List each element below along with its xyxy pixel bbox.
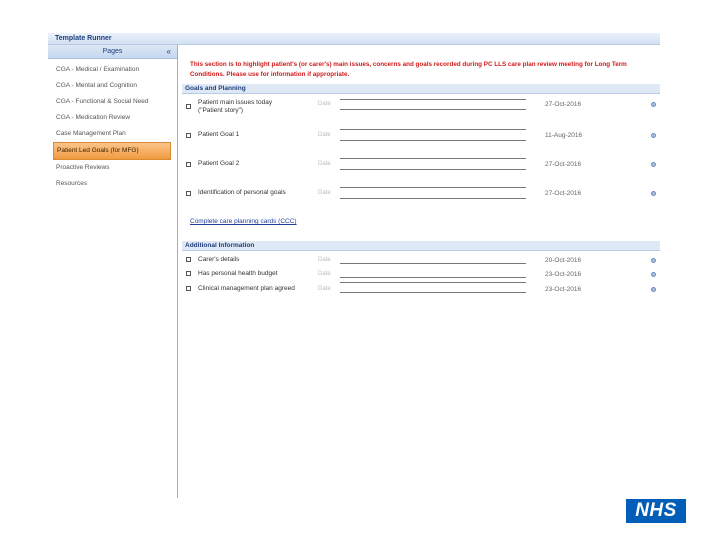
nhs-logo: NHS xyxy=(626,499,686,523)
row-label: Has personal health budget xyxy=(198,270,278,277)
sidebar-item-cga-functional[interactable]: CGA - Functional & Social Need xyxy=(48,94,177,110)
goal-row: Patient main issues today ("Patient stor… xyxy=(178,99,660,119)
date-label: Date xyxy=(318,132,331,138)
text-field[interactable] xyxy=(340,263,526,264)
text-field-line xyxy=(340,140,526,141)
window-title: Template Runner xyxy=(48,33,660,45)
row-label: Patient Goal 1 xyxy=(198,131,240,138)
goal-row: Identification of personal goals Date 27… xyxy=(178,187,660,207)
date-label: Date xyxy=(318,190,331,196)
checkbox[interactable] xyxy=(186,162,191,167)
date-label: Date xyxy=(318,271,331,277)
row-label: Clinical management plan agreed xyxy=(198,285,295,292)
text-field-line xyxy=(340,169,526,170)
checkbox[interactable] xyxy=(186,286,191,291)
text-field-line xyxy=(340,292,526,293)
expand-icon[interactable] xyxy=(651,287,656,292)
date-value: 23-Oct-2016 xyxy=(545,271,582,278)
row-label: Patient main issues today ("Patient stor… xyxy=(198,99,273,114)
sidebar-item-patient-led-goals[interactable]: Patient Led Goals (for MFG) xyxy=(53,142,171,160)
checkbox[interactable] xyxy=(186,133,191,138)
additional-section-header: Additional Information xyxy=(182,241,660,251)
sidebar-item-cga-medication[interactable]: CGA - Medication Review xyxy=(48,110,177,126)
goal-row: Patient Goal 1 Date 11-Aug-2016 xyxy=(178,129,660,149)
date-label: Date xyxy=(318,101,331,107)
sidebar-item-case-management[interactable]: Case Management Plan xyxy=(48,126,177,142)
sidebar-item-proactive-reviews[interactable]: Proactive Reviews xyxy=(48,160,177,176)
sidebar-item-resources[interactable]: Resources xyxy=(48,176,177,192)
row-label: Patient Goal 2 xyxy=(198,160,240,167)
text-field[interactable] xyxy=(340,277,526,278)
text-field[interactable] xyxy=(340,187,526,188)
text-field[interactable] xyxy=(340,99,526,100)
date-value: 27-Oct-2016 xyxy=(545,161,582,168)
date-label: Date xyxy=(318,161,331,167)
date-value: 27-Oct-2016 xyxy=(545,190,582,197)
expand-icon[interactable] xyxy=(651,162,656,167)
expand-icon[interactable] xyxy=(651,272,656,277)
checkbox[interactable] xyxy=(186,104,191,109)
checkbox[interactable] xyxy=(186,271,191,276)
info-row: Clinical management plan agreed Date 23-… xyxy=(178,282,660,302)
notice-text: This section is to highlight patient's (… xyxy=(190,61,627,78)
sidebar-item-cga-mental[interactable]: CGA - Mental and Cognition xyxy=(48,78,177,94)
goals-section-header: Goals and Planning xyxy=(182,84,660,94)
expand-icon[interactable] xyxy=(651,133,656,138)
pages-header-label: Pages xyxy=(102,48,123,55)
text-field[interactable] xyxy=(340,129,526,130)
row-label: Carer's details xyxy=(198,256,240,263)
text-field-line xyxy=(340,109,526,110)
goal-row: Patient Goal 2 Date 27-Oct-2016 xyxy=(178,158,660,178)
date-label: Date xyxy=(318,257,331,263)
main-panel: This section is to highlight patient's (… xyxy=(178,45,660,498)
text-field[interactable] xyxy=(340,158,526,159)
expand-icon[interactable] xyxy=(651,191,656,196)
date-label: Date xyxy=(318,286,331,292)
expand-icon[interactable] xyxy=(651,258,656,263)
row-label: Identification of personal goals xyxy=(198,189,286,196)
pages-sidebar: Pages « CGA - Medical / Examination CGA … xyxy=(48,45,178,498)
template-runner-window: Template Runner Pages « CGA - Medical / … xyxy=(48,33,660,498)
date-value: 20-Oct-2016 xyxy=(545,257,582,264)
checkbox[interactable] xyxy=(186,191,191,196)
date-value: 27-Oct-2016 xyxy=(545,101,582,108)
date-value: 23-Oct-2016 xyxy=(545,286,582,293)
date-value: 11-Aug-2016 xyxy=(545,132,583,139)
expand-icon[interactable] xyxy=(651,102,656,107)
collapse-icon[interactable]: « xyxy=(167,45,171,58)
checkbox[interactable] xyxy=(186,257,191,262)
pages-nav: CGA - Medical / Examination CGA - Mental… xyxy=(48,62,177,192)
care-planning-cards-link[interactable]: Complete care planning cards (CCC) xyxy=(190,218,297,225)
text-field-line xyxy=(340,198,526,199)
text-field[interactable] xyxy=(340,282,526,283)
pages-header: Pages « xyxy=(48,45,177,59)
sidebar-item-cga-medical[interactable]: CGA - Medical / Examination xyxy=(48,62,177,78)
